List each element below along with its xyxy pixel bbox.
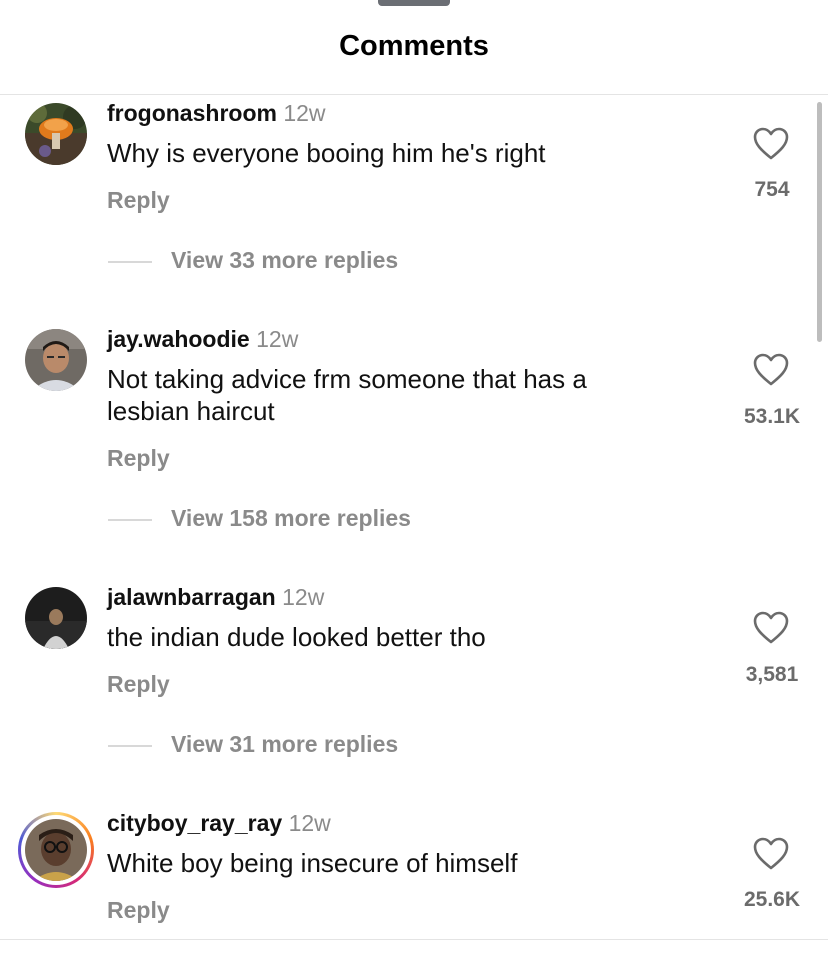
like-count: 25.6K [743,888,801,911]
timestamp: 12w [282,584,325,610]
heart-icon[interactable] [753,353,789,387]
username[interactable]: cityboy_ray_ray [107,810,282,836]
replies-divider [108,745,152,747]
heart-icon[interactable] [753,127,789,161]
scrollbar[interactable] [817,102,822,342]
comment-user-line: cityboy_ray_ray 12w [107,810,331,837]
avatar[interactable] [25,819,87,881]
timestamp: 12w [256,326,299,352]
header-divider [0,94,828,95]
replies-divider [108,519,152,521]
avatar[interactable] [25,103,87,165]
username[interactable]: jalawnbarragan [107,584,276,610]
dark-person-photo-icon [25,587,87,649]
timestamp: 12w [283,100,326,126]
comment-text: Not taking advice frm someone that has a… [107,364,587,426]
comment-text: Why is everyone booing him he's right [107,138,546,168]
reply-button[interactable]: Reply [107,187,170,214]
heart-icon[interactable] [753,837,789,871]
avatar[interactable] [25,329,87,391]
reply-button[interactable]: Reply [107,897,170,924]
footer-divider [0,939,828,940]
replies-divider [108,261,152,263]
like-count: 754 [754,178,790,201]
view-replies-button[interactable]: View 33 more replies [171,247,398,274]
username[interactable]: jay.wahoodie [107,326,250,352]
comment-user-line: jay.wahoodie 12w [107,326,298,353]
heart-icon[interactable] [753,611,789,645]
like-count: 53.1K [743,405,801,428]
mushroom-photo-icon [25,103,87,165]
page-title: Comments [339,30,489,62]
comment-text: the indian dude looked better tho [107,622,486,652]
selfie-photo-icon [25,329,87,391]
avatar[interactable] [25,587,87,649]
timestamp: 12w [288,810,331,836]
like-count: 3,581 [745,663,799,686]
reply-button[interactable]: Reply [107,445,170,472]
glasses-person-photo-icon [25,819,87,881]
comment-text: White boy being insecure of himself [107,848,518,878]
view-replies-button[interactable]: View 158 more replies [171,505,411,532]
comment-user-line: jalawnbarragan 12w [107,584,324,611]
username[interactable]: frogonashroom [107,100,277,126]
comment-user-line: frogonashroom 12w [107,100,326,127]
drag-handle[interactable] [378,0,450,6]
reply-button[interactable]: Reply [107,671,170,698]
view-replies-button[interactable]: View 31 more replies [171,731,398,758]
